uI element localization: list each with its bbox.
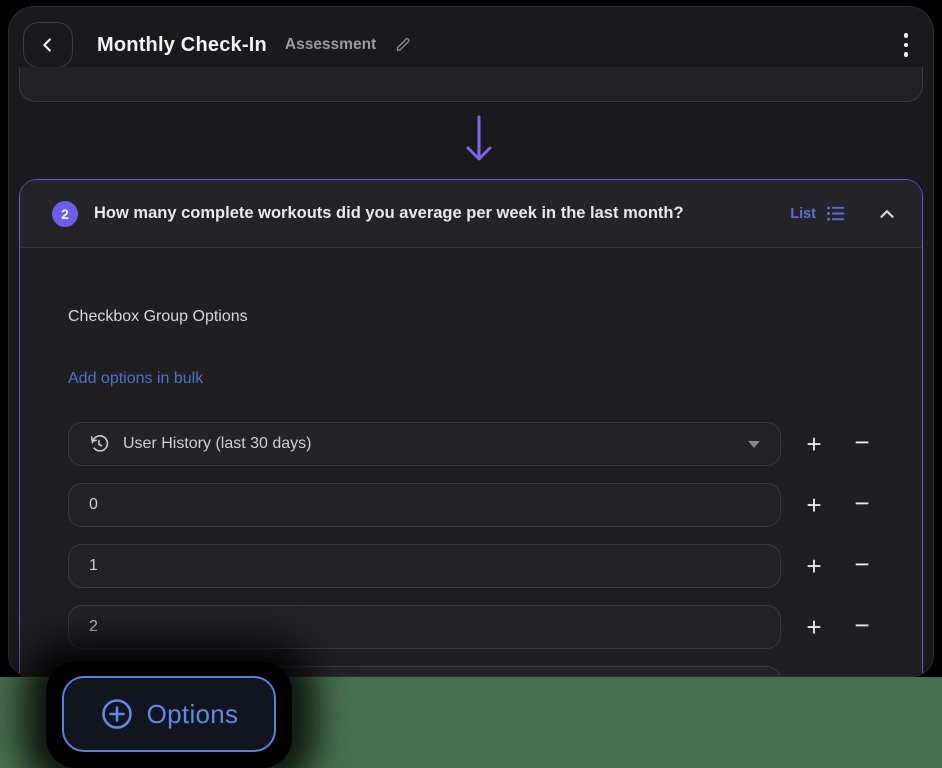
dropdown-value: User History (last 30 days) <box>123 435 312 452</box>
arrow-down-icon <box>456 111 502 169</box>
plus-circle-icon <box>100 697 134 731</box>
option-input[interactable]: 2 <box>68 605 781 649</box>
top-bar: Monthly Check-In Assessment <box>23 21 919 69</box>
remove-option-button[interactable]: − <box>843 429 881 459</box>
answer-type-label: List <box>790 205 816 222</box>
option-row-dropdown: User History (last 30 days) + − <box>68 422 922 466</box>
option-value: 1 <box>89 557 98 574</box>
chevron-up-icon[interactable] <box>876 203 898 225</box>
option-input[interactable]: 0 <box>68 483 781 527</box>
page-title: Monthly Check-In <box>97 33 267 56</box>
add-option-button[interactable]: + <box>795 492 833 518</box>
question-card-body: Checkbox Group Options Add options in bu… <box>20 307 922 676</box>
remove-option-button[interactable]: − <box>843 490 881 520</box>
question-card-header[interactable]: 2 How many complete workouts did you ave… <box>20 180 922 248</box>
back-button[interactable] <box>23 22 73 68</box>
options-button-highlight-ring: Options <box>46 662 292 768</box>
options-button-label: Options <box>146 698 239 729</box>
edit-pencil-icon[interactable] <box>394 36 412 54</box>
add-option-button[interactable]: + <box>795 614 833 640</box>
previous-question-card-partial[interactable] <box>19 67 923 102</box>
question-card: 2 How many complete workouts did you ave… <box>19 179 923 676</box>
option-value: 0 <box>89 496 98 513</box>
question-number-badge: 2 <box>52 200 78 227</box>
app-window: Monthly Check-In Assessment 2 How many c… <box>8 6 934 677</box>
page-subtitle: Assessment <box>284 36 377 53</box>
caret-down-icon <box>748 440 760 448</box>
kebab-menu-icon[interactable] <box>893 30 919 60</box>
option-value: 2 <box>89 618 98 635</box>
option-row: 1 + − <box>68 544 922 588</box>
question-text: How many complete workouts did you avera… <box>94 204 684 222</box>
bulleted-list-icon <box>825 203 846 224</box>
option-row: 2 + − <box>68 605 922 649</box>
screen: Monthly Check-In Assessment 2 How many c… <box>0 0 942 768</box>
option-row: 0 + − <box>68 483 922 527</box>
add-options-bulk-link[interactable]: Add options in bulk <box>68 369 203 388</box>
user-history-dropdown[interactable]: User History (last 30 days) <box>68 422 781 466</box>
option-rows: User History (last 30 days) + − 0 + − 1 … <box>68 422 922 676</box>
options-button[interactable]: Options <box>62 676 276 752</box>
history-clock-icon <box>89 434 109 454</box>
chevron-left-icon <box>37 34 59 56</box>
add-option-button[interactable]: + <box>795 431 833 457</box>
add-option-button[interactable]: + <box>795 553 833 579</box>
options-section-title: Checkbox Group Options <box>68 308 248 325</box>
option-input[interactable]: 1 <box>68 544 781 588</box>
remove-option-button[interactable]: − <box>843 551 881 581</box>
answer-type-selector[interactable]: List <box>790 203 846 224</box>
remove-option-button[interactable]: − <box>843 612 881 642</box>
